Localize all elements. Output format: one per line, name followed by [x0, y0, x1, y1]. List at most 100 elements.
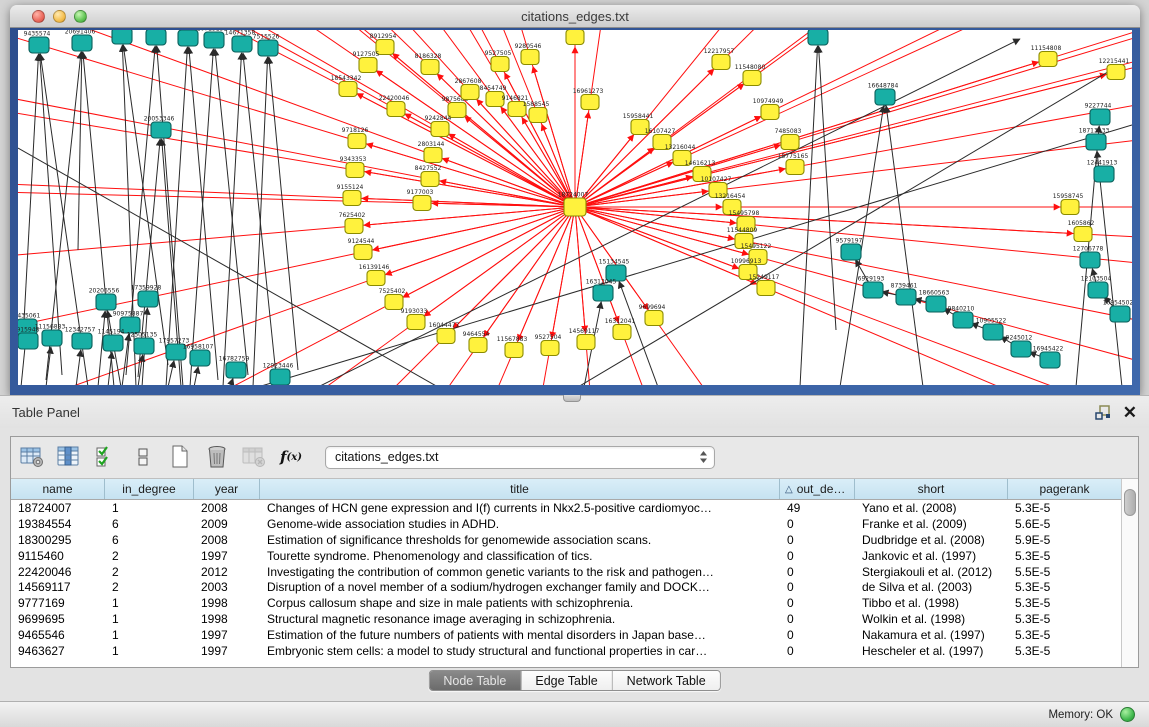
graph-node[interactable]: [712, 55, 730, 70]
panel-resize-grip[interactable]: [563, 395, 581, 402]
graph-node[interactable]: [407, 315, 425, 330]
graph-node[interactable]: [757, 281, 775, 296]
table-row[interactable]: 977716911998Corpus callosum shape and si…: [11, 595, 1121, 611]
graph-node[interactable]: [808, 30, 828, 45]
column-header-title[interactable]: title: [260, 479, 780, 499]
graph-node[interactable]: [232, 36, 252, 52]
graph-node[interactable]: [413, 196, 431, 211]
show-column-button[interactable]: [56, 444, 82, 470]
graph-node[interactable]: [505, 343, 523, 358]
table-row[interactable]: 1830029562008Estimation of significance …: [11, 532, 1121, 548]
graph-node[interactable]: [863, 282, 883, 298]
graph-node[interactable]: [138, 291, 158, 307]
graph-node[interactable]: [581, 95, 599, 110]
graph-hub-node[interactable]: [564, 198, 586, 216]
close-window-button[interactable]: [32, 10, 45, 23]
graph-node[interactable]: [345, 219, 363, 234]
graph-node[interactable]: [1039, 52, 1057, 67]
graph-node[interactable]: [896, 289, 916, 305]
graph-node[interactable]: [431, 122, 449, 137]
graph-node[interactable]: [875, 89, 895, 105]
graph-node[interactable]: [134, 338, 154, 354]
graph-node[interactable]: [1040, 352, 1060, 368]
graph-node[interactable]: [1107, 65, 1125, 80]
graph-node[interactable]: [1090, 109, 1110, 125]
graph-node[interactable]: [521, 50, 539, 65]
graph-node[interactable]: [437, 329, 455, 344]
column-header-name[interactable]: name: [11, 479, 105, 499]
graph-node[interactable]: [72, 333, 92, 349]
graph-node[interactable]: [146, 30, 166, 45]
graph-node[interactable]: [387, 102, 405, 117]
graph-node[interactable]: [743, 71, 761, 86]
graph-node[interactable]: [424, 148, 442, 163]
table-row[interactable]: 2242004622012Investigating the contribut…: [11, 564, 1121, 580]
graph-node[interactable]: [469, 338, 487, 353]
column-header-short[interactable]: short: [855, 479, 1008, 499]
table-row[interactable]: 969969511998Structural magnetic resonanc…: [11, 611, 1121, 627]
graph-node[interactable]: [42, 330, 62, 346]
graph-node[interactable]: [1061, 200, 1079, 215]
graph-node[interactable]: [346, 163, 364, 178]
graph-node[interactable]: [226, 362, 246, 378]
graph-node[interactable]: [953, 312, 973, 328]
graph-node[interactable]: [1094, 166, 1114, 182]
graph-node[interactable]: [29, 37, 49, 53]
graph-node[interactable]: [577, 335, 595, 350]
graph-node[interactable]: [151, 122, 171, 138]
graph-node[interactable]: [566, 30, 584, 45]
graph-node[interactable]: [786, 160, 804, 175]
graph-node[interactable]: [1086, 134, 1106, 150]
graph-node[interactable]: [841, 244, 861, 260]
graph-node[interactable]: [112, 30, 132, 44]
table-row[interactable]: 946554611997Estimation of the future num…: [11, 627, 1121, 643]
graph-node[interactable]: [645, 311, 663, 326]
graph-node[interactable]: [258, 40, 278, 56]
graph-node[interactable]: [348, 134, 366, 149]
table-settings-button[interactable]: [19, 444, 45, 470]
graph-node[interactable]: [367, 271, 385, 286]
float-panel-icon[interactable]: [1095, 405, 1111, 420]
function-builder-button[interactable]: f(x): [278, 444, 304, 470]
graph-node[interactable]: [1088, 282, 1108, 298]
graph-node[interactable]: [1110, 306, 1130, 322]
table-row[interactable]: 1938455462009Genome-wide association stu…: [11, 516, 1121, 532]
table-source-dropdown[interactable]: citations_edges.txt: [325, 446, 715, 469]
zoom-window-button[interactable]: [74, 10, 87, 23]
graph-node[interactable]: [421, 60, 439, 75]
graph-node[interactable]: [359, 58, 377, 73]
column-header-in_degree[interactable]: in_degree: [105, 479, 194, 499]
column-header-year[interactable]: year: [194, 479, 260, 499]
graph-node[interactable]: [339, 82, 357, 97]
graph-node[interactable]: [1080, 252, 1100, 268]
graph-node[interactable]: [270, 369, 290, 385]
table-scrollbar[interactable]: [1121, 479, 1138, 667]
network-canvas[interactable]: 9435574206914061065328713276026466140107…: [18, 30, 1132, 385]
graph-node[interactable]: [761, 105, 779, 120]
table-row[interactable]: 1456911722003Disruption of a novel membe…: [11, 579, 1121, 595]
close-panel-icon[interactable]: ✕: [1123, 404, 1137, 421]
tab-node-table[interactable]: Node Table: [429, 671, 521, 690]
graph-node[interactable]: [354, 245, 372, 260]
graph-node[interactable]: [1074, 227, 1092, 242]
tab-network-table[interactable]: Network Table: [613, 671, 720, 690]
graph-node[interactable]: [593, 285, 613, 301]
table-scrollbar-thumb[interactable]: [1124, 489, 1136, 516]
minimize-window-button[interactable]: [53, 10, 66, 23]
graph-node[interactable]: [72, 35, 92, 51]
tab-edge-table[interactable]: Edge Table: [521, 671, 612, 690]
graph-node[interactable]: [96, 294, 116, 310]
graph-node[interactable]: [983, 324, 1003, 340]
new-table-button[interactable]: [167, 444, 193, 470]
column-header-out_de[interactable]: △out_de…: [780, 479, 855, 499]
row-height-button[interactable]: [130, 444, 156, 470]
graph-node[interactable]: [204, 32, 224, 48]
graph-node[interactable]: [781, 135, 799, 150]
graph-node[interactable]: [103, 335, 123, 351]
graph-node[interactable]: [529, 108, 547, 123]
graph-node[interactable]: [190, 350, 210, 366]
table-row[interactable]: 1872400712008Changes of HCN gene express…: [11, 500, 1121, 516]
graph-node[interactable]: [18, 333, 38, 349]
graph-node[interactable]: [926, 296, 946, 312]
select-columns-button[interactable]: [93, 444, 119, 470]
